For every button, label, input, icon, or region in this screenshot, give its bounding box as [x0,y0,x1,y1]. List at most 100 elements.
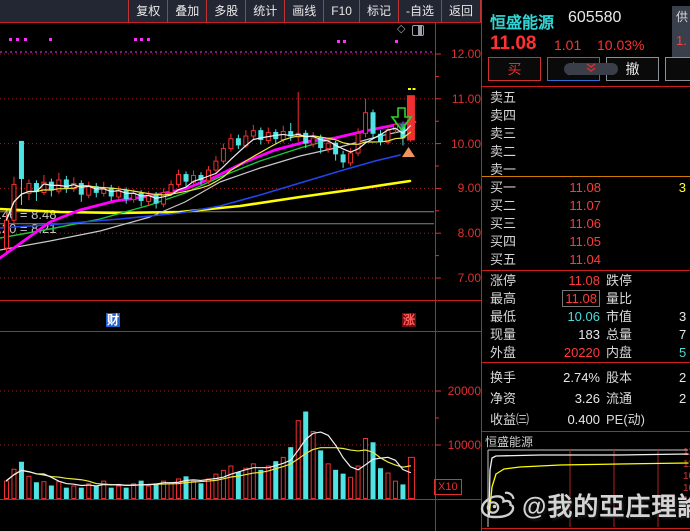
price-axis-label: 10.00 [437,137,481,151]
kchart-bottom-line [0,300,482,301]
toolbar-divider [0,22,481,23]
buy-level-row-label: 买一 [490,179,516,197]
stat-label: 跌停 [606,272,632,290]
overlay-text-2: 1. [676,33,690,48]
volume-axis-label: 20000 [437,384,481,398]
buy-level-row-label: 买二 [490,197,516,215]
volume-baseline [0,499,482,500]
buy-level-row[interactable]: 买二 11.07 [482,197,690,215]
side-panel-toggle-icon[interactable] [412,25,424,36]
collapse-chevron-icon[interactable] [564,63,618,75]
quote-panel: 恒盛能源 605580 11.08 1.01 10.03% 供 1. 买 卖 撤… [482,0,690,531]
mini-axis-label: 10 [683,471,690,482]
strip-bottom-line [0,331,482,332]
buy-level-row[interactable]: 买五 11.04 [482,251,690,269]
ma-label-1: 8.46 = 8.48 [0,207,56,222]
clipped-overlay: 供 1. [672,6,690,58]
stat-label: 流通 [606,388,632,409]
stat-label: 外盘 [490,344,516,362]
toolbar-item-复权[interactable]: 复权 [128,0,167,22]
stats-row: 换手 2.74% 股本 2 [482,367,690,388]
panel-sep-orange [482,176,690,177]
stat-label: 股本 [606,367,632,388]
stat-value: 2.74% [522,367,600,388]
sell-level-row[interactable]: 卖四 [482,107,690,125]
price-axis-label: 7.00 [437,271,481,285]
price-change-percent: 10.03% [597,37,644,53]
toolbar-item-多股[interactable]: 多股 [206,0,245,22]
stats-row: 收益㈢0.400PE(动) [482,409,690,430]
stat-value: 3.26 [522,388,600,409]
buy-level-row[interactable]: 买四 11.05 [482,233,690,251]
stat-label: 现量 [490,326,516,344]
watermark: @我的亞庄理論亞庄村 [478,486,690,524]
stat-label: 净资 [490,388,516,409]
stat-value: 10.06 [522,308,600,326]
panel-sep-1 [482,86,690,87]
sell-level-row[interactable]: 卖五 [482,89,690,107]
top-toolbar: 复权叠加多股统计画线F10标记-自选返回 [0,0,481,22]
buy-level-row-volume: 3 [632,179,686,197]
stat-value: 7 [679,326,686,344]
toolbar-item-F10[interactable]: F10 [323,0,359,22]
stat-value: 183 [522,326,600,344]
sell-level-row-label: 卖二 [490,143,516,161]
stat-value: 2 [679,367,686,388]
buy-level-row-label: 买五 [490,251,516,269]
stat-label: 换手 [490,367,516,388]
panel-bottom-line [482,528,690,529]
stats-row: 最高11.08量比 [482,290,690,308]
stat-label: 涨停 [490,272,516,290]
price-change: 1.01 [554,37,581,53]
app-window: { "toolbar": {"items": ["复权","叠加","多股","… [0,0,690,531]
stat-value: 20220 [522,344,600,362]
buy-level-row-label: 买四 [490,233,516,251]
stat-value: 11.08 [522,290,600,308]
sell-level-row[interactable]: 卖二 [482,143,690,161]
stat-label: 最低 [490,308,516,326]
rise-badge[interactable]: 涨 [402,313,416,327]
stats-row: 净资3.26流通2 [482,388,690,409]
volume-unit-label: X10 [434,479,462,495]
finance-badge[interactable]: 财 [106,313,120,327]
toolbar-item-返回[interactable]: 返回 [441,0,481,22]
sell-level-row-label: 卖三 [490,125,516,143]
buy-button[interactable]: 买 [488,57,541,81]
buy-level-row-price: 11.04 [537,251,601,269]
stat-label: 内盘 [606,344,632,362]
stat-label: 最高 [490,290,516,308]
mini-axis-label: 11 [683,447,690,458]
ma-label-2: 8.20 = 8.21 [0,221,56,236]
buy-level-row-price: 11.08 [537,179,601,197]
stats-row: 现量 183 总量 7 [482,326,690,344]
sell-level-row-label: 卖五 [490,89,516,107]
last-price: 11.08 [490,33,537,55]
toolbar-item--自选[interactable]: -自选 [398,0,441,22]
toolbar-item-叠加[interactable]: 叠加 [167,0,206,22]
stats-row: 外盘20220内盘5 [482,344,690,362]
stock-code: 605580 [568,9,621,27]
buy-level-row-price: 11.05 [537,233,601,251]
buy-level-row-price: 11.06 [537,215,601,233]
stock-name: 恒盛能源 [490,9,554,33]
stat-label: 市值 [606,308,632,326]
buy-level-row[interactable]: 买一 11.08 3 [482,179,690,197]
sell-level-row[interactable]: 卖三 [482,125,690,143]
toolbar-item-统计[interactable]: 统计 [245,0,284,22]
stat-label: PE(动) [606,409,645,430]
stat-label: 总量 [606,326,632,344]
price-axis-label: 9.00 [437,181,481,195]
volume-axis-label: 10000 [437,438,481,452]
toolbar-item-画线[interactable]: 画线 [284,0,323,22]
clipped-button[interactable] [665,57,690,81]
stat-value: 3 [679,308,686,326]
mini-chart-title: 恒盛能源 [485,433,533,450]
buy-level-row-price: 11.07 [537,197,601,215]
diamond-marker-icon[interactable]: ◇ [397,24,405,35]
price-axis-label: 8.00 [437,226,481,240]
stats-row: 涨停11.08跌停 [482,272,690,290]
stats-row: 最低 10.06 市值 3 [482,308,690,326]
buy-level-row[interactable]: 买三11.06 [482,215,690,233]
axis-gutter-line [435,22,436,531]
toolbar-item-标记[interactable]: 标记 [359,0,398,22]
